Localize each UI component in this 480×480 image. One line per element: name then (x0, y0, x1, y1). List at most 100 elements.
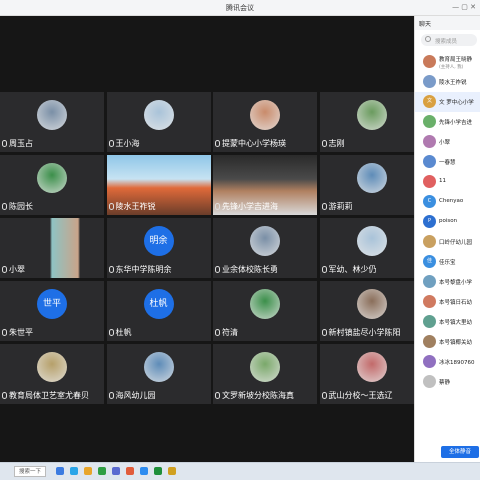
video-tile[interactable]: 周玉占 (0, 92, 104, 152)
participant-row[interactable]: 先锋小学吉进 (415, 112, 480, 132)
participant-name: 杜帆 (108, 327, 132, 338)
app-icon[interactable] (84, 467, 92, 475)
app-icon[interactable] (70, 467, 78, 475)
participant-name-text: 陵水王祚锐 (115, 202, 156, 211)
taskbar-search[interactable]: 搜索一下 (14, 466, 46, 477)
participant-avatar (423, 375, 436, 388)
participant-row[interactable]: 小翠 (415, 132, 480, 152)
video-tile[interactable]: 王小海 (106, 92, 211, 152)
video-tile[interactable]: 志刚 (319, 92, 424, 152)
microphone-icon (2, 140, 7, 147)
video-tile[interactable]: 文罗新坡分校陈海真 (213, 344, 317, 404)
participant-name: 武山分校～王选辽 (321, 390, 393, 401)
video-tile[interactable]: 业余体校陈长勇 (213, 218, 317, 278)
microphone-icon (2, 266, 7, 273)
meeting-window: 腾讯会议 — ▢ ✕ 周玉占 王小海 提蒙中心小学杨瑛 志刚 陈园长 陵水王祚锐 先锋小学吉… (0, 0, 480, 462)
video-tile[interactable]: 军幼、林少仍 (319, 218, 424, 278)
microphone-icon (215, 203, 220, 210)
participant-row[interactable]: 本号镇大里幼 (415, 312, 480, 332)
participant-list-name: 11 (439, 178, 446, 184)
app-icon[interactable] (56, 467, 64, 475)
participant-list-name: 蔡静 (439, 380, 451, 386)
microphone-icon (321, 266, 327, 273)
participant-name-text: 海风幼儿园 (115, 391, 156, 400)
app-icon[interactable] (126, 467, 134, 475)
participant-name-text: 符清 (222, 328, 238, 337)
app-icon[interactable] (140, 467, 148, 475)
app-icon[interactable] (98, 467, 106, 475)
participant-avatar (423, 275, 436, 288)
participant-name: 周玉占 (2, 138, 33, 149)
participant-row[interactable]: 佳佳乐宝 (415, 252, 480, 272)
video-tile[interactable]: 海风幼儿园 (106, 344, 211, 404)
participant-avatar: C (423, 195, 436, 208)
participant-name: 朱世平 (2, 327, 33, 338)
participant-avatar (423, 335, 436, 348)
video-tile[interactable]: 明余 东华中学陈明余 (106, 218, 211, 278)
participant-row[interactable]: 本号镇椰关幼 (415, 332, 480, 352)
microphone-icon (321, 203, 327, 210)
microphone-icon (2, 203, 7, 210)
video-tile[interactable]: 游莉莉 (319, 155, 424, 215)
participant-row[interactable]: 冰冰1890760 (415, 352, 480, 372)
participant-row[interactable]: 11 (415, 172, 480, 192)
video-tile[interactable]: 小翠 (0, 218, 104, 278)
window-controls[interactable]: — ▢ ✕ (452, 3, 476, 11)
microphone-icon (215, 266, 220, 273)
participant-name: 陵水王祚锐 (108, 201, 156, 212)
mute-all-button[interactable]: 全体静音 (441, 446, 479, 458)
video-tile[interactable]: 陈园长 (0, 155, 104, 215)
search-icon (425, 36, 431, 42)
participant-avatar (423, 115, 436, 128)
avatar (37, 163, 67, 193)
participant-row[interactable]: C Chenyao (415, 192, 480, 212)
app-icon[interactable] (168, 467, 176, 475)
app-icon[interactable] (112, 467, 120, 475)
video-tile[interactable]: 符清 (213, 281, 317, 341)
participant-name-text: 教育局体卫艺室尤春贝 (9, 391, 89, 400)
avatar (250, 289, 280, 319)
video-tile[interactable]: 先锋小学吉进海 (213, 155, 317, 215)
participant-name-text: 游莉莉 (328, 202, 353, 211)
participant-list-name: 先锋小学吉进 (439, 120, 473, 126)
video-tile[interactable]: 杜帆 杜帆 (106, 281, 211, 341)
participant-avatar (423, 55, 436, 68)
avatar (250, 352, 280, 382)
app-icon[interactable] (154, 467, 162, 475)
participant-row[interactable]: Ppoison (415, 212, 480, 232)
sidebar-header: 聊天 (415, 16, 480, 30)
participant-name-text: 王小海 (115, 139, 140, 148)
participant-row[interactable]: 一春慧 (415, 152, 480, 172)
avatar (356, 163, 387, 193)
participant-row[interactable]: 口岭仔幼儿园 (415, 232, 480, 252)
title-bar: 腾讯会议 — ▢ ✕ (0, 0, 480, 16)
participant-name-text: 文罗新坡分校陈海真 (222, 391, 294, 400)
participant-row[interactable]: 教育局王晓静 (主持人, 我) (415, 52, 480, 72)
microphone-icon (2, 329, 7, 336)
microphone-icon (108, 140, 114, 147)
participant-row[interactable]: 文文 罗中心小学 (415, 92, 480, 112)
video-tile[interactable]: 新村镇盐尽小学陈阳 (319, 281, 424, 341)
avatar (356, 352, 387, 382)
avatar (356, 100, 387, 130)
participant-list-name: 教育局王晓静 (439, 57, 473, 63)
microphone-icon (321, 140, 327, 147)
video-tile[interactable]: 提蒙中心小学杨瑛 (213, 92, 317, 152)
participant-name: 先锋小学吉进海 (215, 201, 278, 212)
participant-list-name: 文 罗中心小学 (439, 100, 474, 106)
participant-list-name: 冰冰1890760 (439, 360, 475, 366)
participant-row[interactable]: 蔡静 (415, 372, 480, 392)
participant-row[interactable]: 本号镇日石幼 (415, 292, 480, 312)
participant-name: 教育局体卫艺室尤春贝 (2, 390, 89, 401)
member-search-input[interactable]: 搜索成员 (421, 34, 477, 46)
video-tile[interactable]: 教育局体卫艺室尤春贝 (0, 344, 104, 404)
video-tile[interactable]: 武山分校～王选辽 (319, 344, 424, 404)
participant-avatar (423, 235, 436, 248)
video-tile[interactable]: 世平 朱世平 (0, 281, 104, 341)
participant-name: 志刚 (321, 138, 345, 149)
avatar: 明余 (143, 226, 174, 256)
participant-row[interactable]: 陵水王祚锐 (415, 72, 480, 92)
taskbar: 搜索一下 (0, 462, 480, 480)
video-tile[interactable]: 陵水王祚锐 (106, 155, 211, 215)
participant-row[interactable]: 本号黎盘小学 (415, 272, 480, 292)
